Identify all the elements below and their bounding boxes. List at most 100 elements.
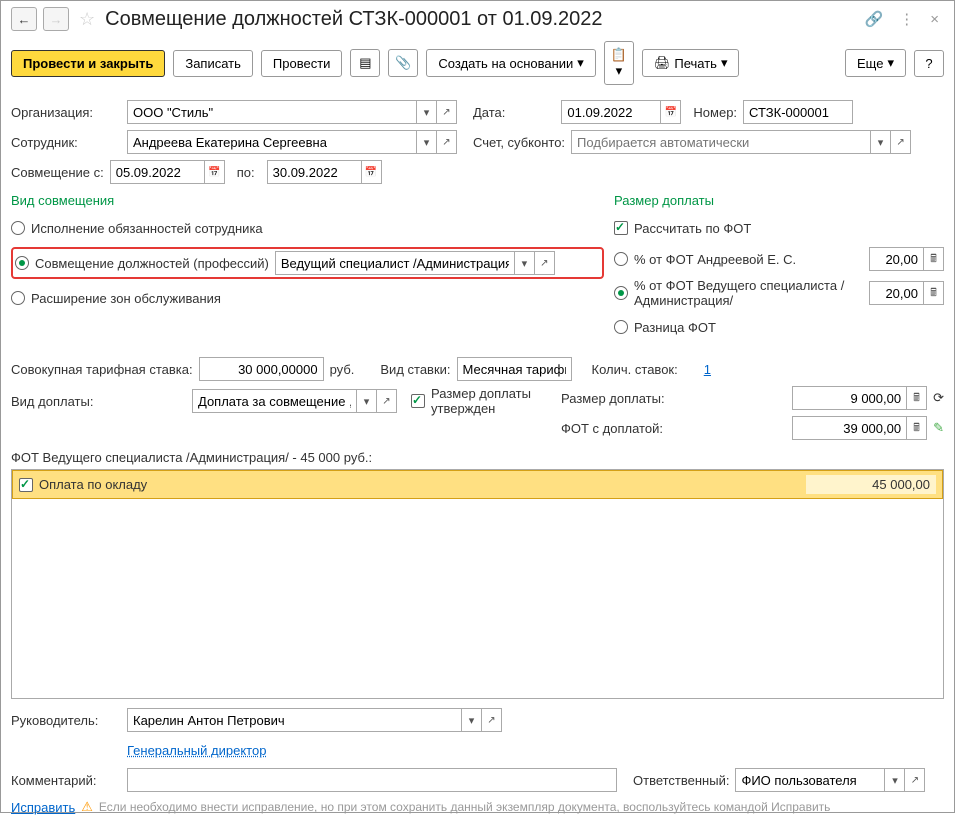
fot-title: ФОТ Ведущего специалиста /Администрация/… bbox=[11, 450, 944, 465]
suppl-size-label: Размер доплаты: bbox=[561, 391, 671, 406]
account-dropdown[interactable] bbox=[871, 130, 891, 154]
radio-duties-label: Исполнение обязанностей сотрудника bbox=[31, 221, 263, 236]
page-title: Совмещение должностей СТЗК-000001 от 01.… bbox=[105, 8, 853, 31]
suppl-size-calc[interactable] bbox=[907, 386, 927, 410]
supplement-title: Размер доплаты bbox=[614, 193, 944, 208]
rate-unit: руб. bbox=[330, 362, 355, 377]
manager-open[interactable] bbox=[482, 708, 502, 732]
forward-button[interactable]: → bbox=[43, 7, 69, 31]
employee-dropdown[interactable] bbox=[417, 130, 437, 154]
employee-input[interactable] bbox=[127, 130, 417, 154]
manager-position-link[interactable]: Генеральный директор bbox=[127, 743, 266, 758]
fot-table: Оплата по окладу 45 000,00 bbox=[11, 469, 944, 699]
copy-button[interactable]: 📋▾ bbox=[604, 41, 634, 85]
rate-input[interactable] bbox=[199, 357, 324, 381]
row-value: 45 000,00 bbox=[806, 475, 936, 494]
rate-type-input[interactable] bbox=[457, 357, 572, 381]
row-check[interactable] bbox=[19, 478, 33, 492]
back-button[interactable]: ← bbox=[11, 7, 37, 31]
combination-title: Вид совмещения bbox=[11, 193, 604, 208]
suppl-type-label: Вид доплаты: bbox=[11, 394, 186, 409]
check-calc-fot[interactable] bbox=[614, 221, 628, 235]
favorite-icon[interactable]: ☆ bbox=[79, 9, 95, 30]
number-input[interactable] bbox=[743, 100, 853, 124]
create-based-button[interactable]: Создать на основании ▾ bbox=[426, 49, 595, 77]
more-button[interactable]: Еще ▾ bbox=[845, 49, 906, 77]
fix-link[interactable]: Исправить bbox=[11, 800, 75, 815]
radio-positions-label: Совмещение должностей (профессий) bbox=[35, 256, 269, 271]
org-label: Организация: bbox=[11, 105, 121, 120]
print-button[interactable]: 🖨 Печать ▾ bbox=[642, 49, 740, 77]
org-open[interactable] bbox=[437, 100, 457, 124]
count-label: Колич. ставок: bbox=[592, 362, 678, 377]
warning-text: Если необходимо внести исправление, но п… bbox=[99, 800, 831, 814]
save-button[interactable]: Записать bbox=[173, 50, 253, 77]
account-label: Счет, субконто: bbox=[473, 135, 565, 150]
pct-employee-input[interactable] bbox=[869, 247, 924, 271]
radio-pct-employee[interactable] bbox=[614, 252, 628, 266]
pencil-icon[interactable]: ✎ bbox=[933, 420, 944, 436]
date-to-calendar[interactable] bbox=[362, 160, 382, 184]
date-label: Дата: bbox=[473, 105, 505, 120]
link-icon[interactable]: 🔗 bbox=[860, 10, 889, 28]
account-input[interactable] bbox=[571, 130, 871, 154]
responsible-dropdown[interactable] bbox=[885, 768, 905, 792]
table-row[interactable]: Оплата по окладу 45 000,00 bbox=[12, 470, 943, 499]
pct-position-input[interactable] bbox=[869, 281, 924, 305]
position-input[interactable] bbox=[275, 251, 515, 275]
date-to-input[interactable] bbox=[267, 160, 362, 184]
radio-positions[interactable] bbox=[15, 256, 29, 270]
to-label: по: bbox=[237, 165, 255, 180]
radio-duties[interactable] bbox=[11, 221, 25, 235]
manager-label: Руководитель: bbox=[11, 713, 121, 728]
date-from-input[interactable] bbox=[110, 160, 205, 184]
fot-total-label: ФОТ с доплатой: bbox=[561, 421, 671, 436]
date-input[interactable] bbox=[561, 100, 661, 124]
row-label: Оплата по окладу bbox=[39, 477, 147, 492]
combine-from-label: Совмещение с: bbox=[11, 165, 104, 180]
employee-label: Сотрудник: bbox=[11, 135, 121, 150]
radio-pct-position[interactable] bbox=[614, 286, 628, 300]
check-approved-label: Размер доплаты утвержден bbox=[431, 386, 541, 416]
rate-label: Совокупная тарифная ставка: bbox=[11, 362, 193, 377]
menu-icon[interactable]: ⋮ bbox=[894, 10, 919, 28]
position-dropdown[interactable] bbox=[515, 251, 535, 275]
suppl-type-dropdown[interactable] bbox=[357, 389, 377, 413]
date-from-calendar[interactable] bbox=[205, 160, 225, 184]
comment-input[interactable] bbox=[127, 768, 617, 792]
manager-input[interactable] bbox=[127, 708, 462, 732]
close-icon[interactable]: × bbox=[925, 11, 944, 28]
suppl-size-input[interactable] bbox=[792, 386, 907, 410]
fot-total-calc[interactable] bbox=[907, 416, 927, 440]
manager-dropdown[interactable] bbox=[462, 708, 482, 732]
suppl-type-input[interactable] bbox=[192, 389, 357, 413]
help-button[interactable]: ? bbox=[914, 50, 944, 77]
refresh-icon[interactable]: ⟳ bbox=[933, 390, 944, 406]
suppl-type-open[interactable] bbox=[377, 389, 397, 413]
comment-label: Комментарий: bbox=[11, 773, 121, 788]
post-close-button[interactable]: Провести и закрыть bbox=[11, 50, 165, 77]
radio-zones-label: Расширение зон обслуживания bbox=[31, 291, 221, 306]
responsible-label: Ответственный: bbox=[633, 773, 729, 788]
pct-employee-calc[interactable] bbox=[924, 247, 944, 271]
rate-type-label: Вид ставки: bbox=[380, 362, 450, 377]
check-approved[interactable] bbox=[411, 394, 425, 408]
responsible-open[interactable] bbox=[905, 768, 925, 792]
fot-total-input[interactable] bbox=[792, 416, 907, 440]
employee-open[interactable] bbox=[437, 130, 457, 154]
post-button[interactable]: Провести bbox=[261, 50, 343, 77]
attach-button[interactable]: 📎 bbox=[388, 49, 418, 77]
report-button[interactable]: ▤ bbox=[350, 49, 380, 77]
number-label: Номер: bbox=[693, 105, 737, 120]
responsible-input[interactable] bbox=[735, 768, 885, 792]
date-calendar[interactable] bbox=[661, 100, 681, 124]
radio-zones[interactable] bbox=[11, 291, 25, 305]
pct-position-calc[interactable] bbox=[924, 281, 944, 305]
count-link[interactable]: 1 bbox=[704, 362, 711, 377]
radio-diff[interactable] bbox=[614, 320, 628, 334]
position-open[interactable] bbox=[535, 251, 555, 275]
account-open[interactable] bbox=[891, 130, 911, 154]
radio-pct-position-label: % от ФОТ Ведущего специалиста /Администр… bbox=[634, 278, 863, 308]
org-input[interactable] bbox=[127, 100, 417, 124]
org-dropdown[interactable] bbox=[417, 100, 437, 124]
